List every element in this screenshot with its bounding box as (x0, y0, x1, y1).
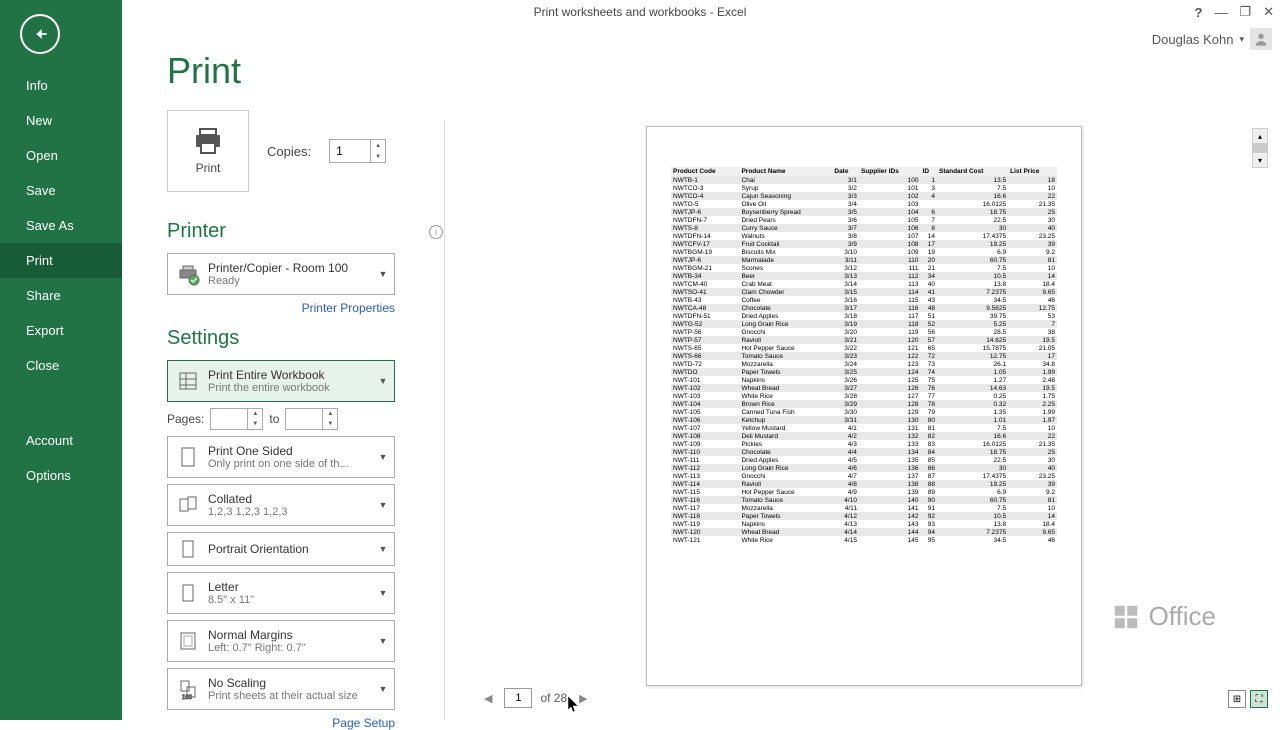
nav-save-as[interactable]: Save As (0, 208, 122, 243)
collate-icon (174, 489, 202, 521)
copies-spinner[interactable]: ▲▼ (329, 139, 386, 163)
workbook-icon (174, 365, 202, 397)
chevron-down-icon: ▼ (376, 269, 390, 279)
page-navigator: ◀ of 28 ▶ (480, 688, 592, 708)
copies-up-icon[interactable]: ▲ (371, 140, 385, 151)
page-icon (174, 441, 202, 473)
paper-size-selector[interactable]: Letter8.5" x 11" ▼ (167, 572, 395, 614)
margins-selector[interactable]: Normal MarginsLeft: 0.7" Right: 0.7" ▼ (167, 620, 395, 662)
zoom-to-page-icon[interactable]: ⛶ (1250, 690, 1268, 708)
printer-icon (192, 127, 224, 155)
nav-info[interactable]: Info (0, 68, 122, 103)
next-page-icon[interactable]: ▶ (575, 690, 591, 707)
copies-input[interactable] (330, 140, 370, 162)
margins-icon (174, 625, 202, 657)
printer-ready-icon (174, 258, 202, 290)
orientation-selector[interactable]: Portrait Orientation ▼ (167, 532, 395, 566)
nav-save[interactable]: Save (0, 173, 122, 208)
nav-new[interactable]: New (0, 103, 122, 138)
page-number-input[interactable] (504, 688, 532, 708)
info-icon[interactable]: i (429, 225, 443, 239)
nav-share[interactable]: Share (0, 278, 122, 313)
printer-properties-link[interactable]: Printer Properties (167, 301, 395, 315)
page-total: of 28 (540, 691, 567, 705)
nav-export[interactable]: Export (0, 313, 122, 348)
nav-open[interactable]: Open (0, 138, 122, 173)
show-margins-icon[interactable]: ⊞ (1228, 690, 1246, 708)
print-preview: ▴▾ Product CodeProduct NameDateSupplier … (460, 64, 1268, 708)
portrait-icon (174, 533, 202, 565)
scaling-selector[interactable]: 100 No ScalingPrint sheets at their actu… (167, 668, 395, 710)
paper-icon (174, 577, 202, 609)
sides-selector[interactable]: Print One SidedOnly print on one side of… (167, 436, 395, 478)
scaling-icon: 100 (174, 673, 202, 705)
back-button[interactable] (20, 14, 60, 54)
prev-page-icon[interactable]: ◀ (480, 690, 496, 707)
printer-heading: Printer i (167, 220, 443, 243)
pages-range: Pages: ▲▼ to ▲▼ (167, 408, 443, 430)
nav-options[interactable]: Options (0, 458, 122, 493)
svg-text:100: 100 (182, 695, 193, 701)
page-setup-link[interactable]: Page Setup (167, 716, 395, 730)
settings-heading: Settings (167, 327, 443, 350)
divider (444, 120, 445, 720)
preview-page: Product CodeProduct NameDateSupplier IDs… (646, 126, 1082, 686)
collate-selector[interactable]: Collated1,2,3 1,2,3 1,2,3 ▼ (167, 484, 395, 526)
nav-print[interactable]: Print (0, 243, 122, 278)
pages-to-spinner[interactable]: ▲▼ (285, 408, 338, 430)
printer-selector[interactable]: Printer/Copier - Room 100 Ready ▼ (167, 253, 395, 295)
nav-account[interactable]: Account (0, 423, 122, 458)
nav-close[interactable]: Close (0, 348, 122, 383)
print-what-selector[interactable]: Print Entire WorkbookPrint the entire wo… (167, 360, 395, 402)
print-button[interactable]: Print (167, 110, 249, 192)
office-logo: Office (1111, 601, 1216, 632)
preview-scrollbar[interactable]: ▴▾ (1252, 128, 1268, 168)
chevron-down-icon: ▼ (376, 376, 390, 386)
copies-label: Copies: (267, 144, 311, 159)
pages-from-spinner[interactable]: ▲▼ (210, 408, 263, 430)
preview-table: Product CodeProduct NameDateSupplier IDs… (671, 167, 1057, 544)
backstage-sidebar: InfoNewOpenSaveSave AsPrintShareExportCl… (0, 0, 122, 720)
copies-down-icon[interactable]: ▼ (371, 151, 385, 162)
